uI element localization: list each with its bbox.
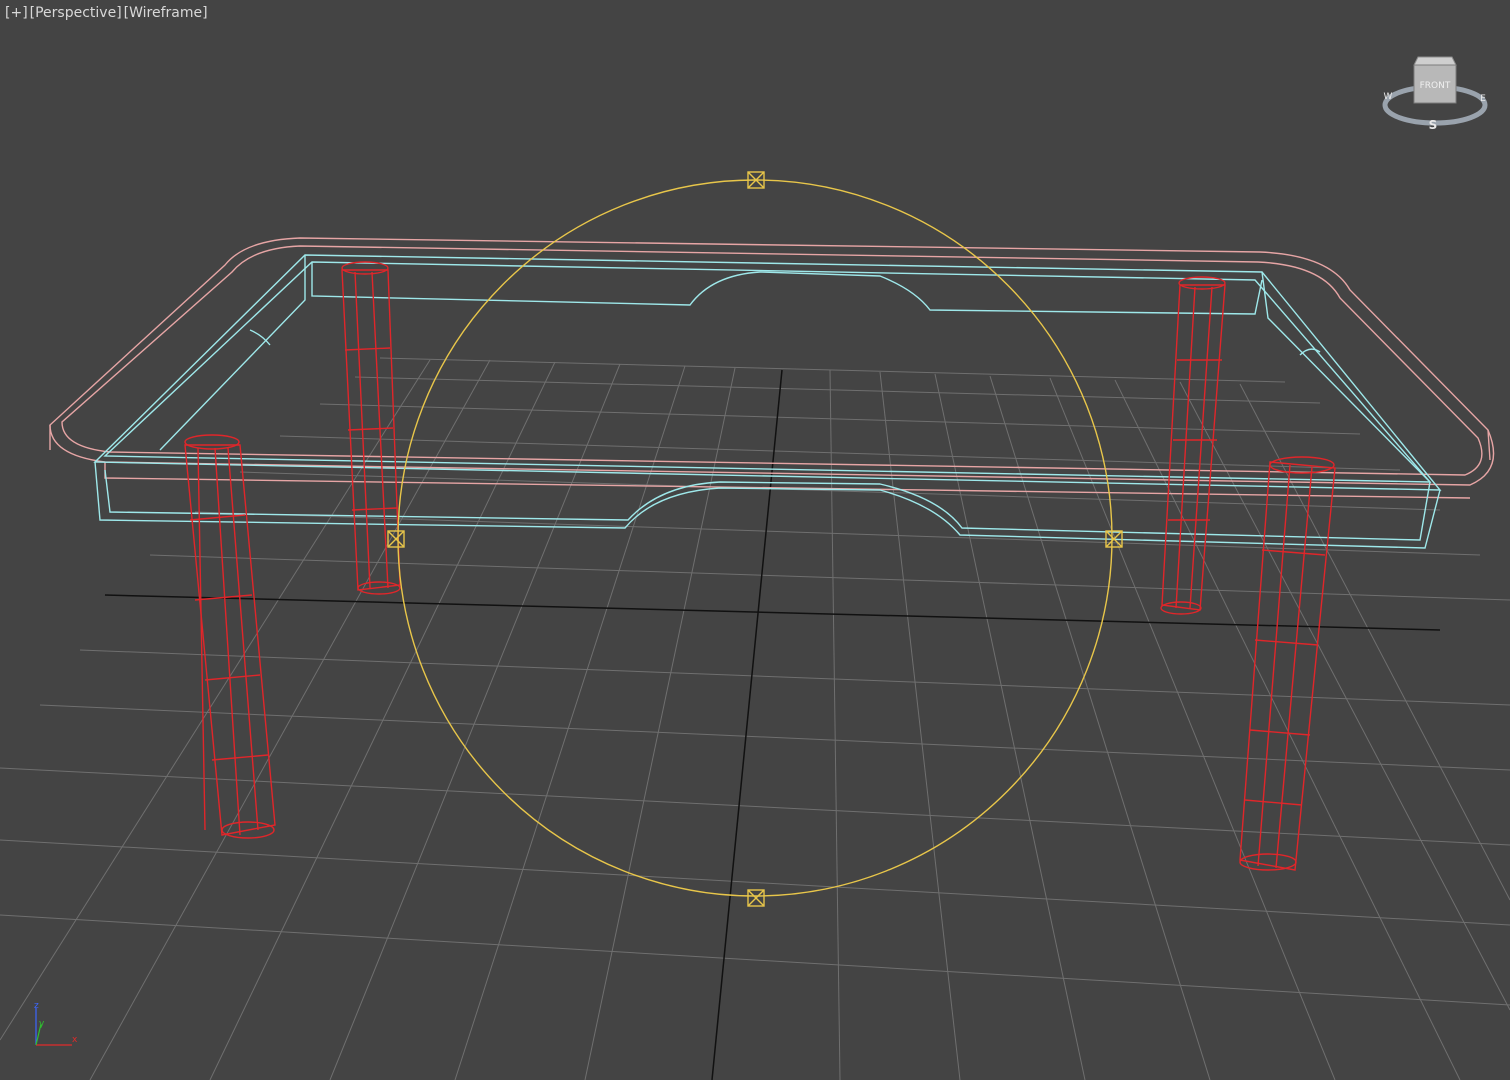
ground-grid <box>0 357 1510 1080</box>
table-legs-wireframe <box>184 261 1336 871</box>
axis-z-label: z <box>34 1001 39 1011</box>
axis-tripod: z y x <box>34 1001 78 1046</box>
axis-x-label: x <box>72 1035 78 1045</box>
leg-front-right <box>1239 456 1336 871</box>
leg-back-right <box>1160 276 1226 615</box>
compass-south-label[interactable]: S <box>1429 118 1438 132</box>
gizmo-handle-bottom <box>747 889 765 907</box>
compass-east-label[interactable]: E <box>1480 94 1486 104</box>
viewcube[interactable]: FRONT W E S <box>1380 45 1490 135</box>
3d-viewport[interactable]: [+] [Perspective] [Wireframe] FRONT W E … <box>0 0 1510 1080</box>
viewcube-top-face[interactable] <box>1413 56 1457 66</box>
scene-canvas[interactable] <box>0 0 1510 1080</box>
leg-front-left <box>184 434 276 839</box>
viewcube-front-label: FRONT <box>1420 81 1451 91</box>
compass-west-label[interactable]: W <box>1384 92 1393 102</box>
axis-y-label: y <box>39 1019 45 1029</box>
